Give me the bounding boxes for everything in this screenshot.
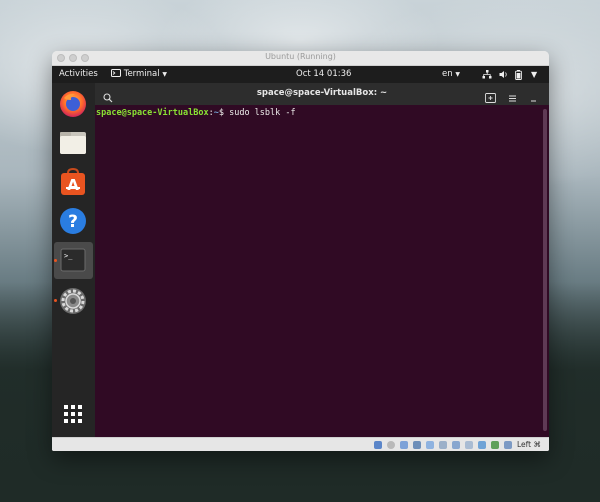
- show-applications-button[interactable]: [58, 399, 88, 429]
- terminal-icon: >_: [60, 248, 86, 272]
- cpu-icon[interactable]: [478, 441, 486, 449]
- dock: A ? >_: [52, 83, 95, 437]
- volume-icon[interactable]: [499, 70, 509, 81]
- usb-icon[interactable]: [426, 441, 434, 449]
- running-indicator-dot: [54, 259, 57, 262]
- dock-item-ubuntu-software[interactable]: A: [58, 167, 88, 197]
- prompt-symbol: $: [218, 108, 230, 118]
- mouse-integration-icon[interactable]: [504, 441, 512, 449]
- running-indicator-dot: [54, 299, 57, 302]
- app-menu-button[interactable]: Terminal ▼: [111, 69, 167, 79]
- chevron-down-icon: ▼: [162, 71, 167, 78]
- hard-disk-icon[interactable]: [374, 441, 382, 449]
- settings-gear-icon: [60, 288, 86, 314]
- svg-text:>_: >_: [64, 252, 73, 260]
- command-text: sudo lsblk -f: [229, 108, 296, 118]
- dock-item-help[interactable]: ?: [58, 206, 88, 236]
- terminal-app-icon: [111, 69, 121, 77]
- ubuntu-software-icon: A: [61, 167, 85, 195]
- ubuntu-top-bar: Activities Terminal ▼ Oct 14 01:36 en ▼ …: [52, 66, 549, 83]
- chevron-down-icon: ▼: [455, 71, 460, 78]
- virtualbox-window: Ubuntu (Running) Activities Terminal ▼ O…: [52, 51, 549, 451]
- network-icon[interactable]: [482, 70, 492, 81]
- terminal-content[interactable]: space@space-VirtualBox:~$ sudo lsblk -f: [95, 105, 549, 437]
- app-grid-icon: [64, 405, 82, 423]
- video-capture-icon[interactable]: [465, 441, 473, 449]
- audio-icon[interactable]: [400, 441, 408, 449]
- activities-button[interactable]: Activities: [59, 69, 98, 79]
- terminal-title: space@space-VirtualBox: ~: [256, 88, 388, 98]
- svg-text:?: ?: [68, 212, 78, 232]
- vbox-window-title: Ubuntu (Running): [265, 52, 336, 61]
- dock-item-settings[interactable]: [58, 286, 88, 316]
- vbox-statusbar: Left ⌘: [52, 437, 549, 451]
- vbox-titlebar[interactable]: Ubuntu (Running): [52, 51, 549, 66]
- prompt-user-host: space@space-VirtualBox: [96, 108, 209, 118]
- dock-item-firefox[interactable]: [58, 89, 88, 119]
- language-indicator[interactable]: en ▼: [442, 69, 460, 79]
- help-icon: ?: [60, 208, 86, 234]
- optical-drive-icon[interactable]: [387, 441, 395, 449]
- battery-icon[interactable]: [515, 70, 522, 82]
- clock[interactable]: Oct 14 01:36: [296, 69, 351, 79]
- terminal-headerbar[interactable]: space@space-VirtualBox: ~: [95, 83, 549, 105]
- display-icon[interactable]: [452, 441, 460, 449]
- shared-folders-icon[interactable]: [439, 441, 447, 449]
- dock-item-files[interactable]: [58, 128, 88, 158]
- terminal-scrollbar[interactable]: [543, 109, 547, 431]
- app-menu-label: Terminal: [123, 69, 160, 79]
- files-icon: [60, 132, 86, 154]
- firefox-icon: [60, 91, 86, 117]
- host-key-label: Left ⌘: [517, 440, 541, 449]
- svg-text:A: A: [67, 176, 79, 194]
- command-line: space@space-VirtualBox:~$ sudo lsblk -f: [96, 108, 296, 118]
- network-adapter-icon[interactable]: [413, 441, 421, 449]
- guest-additions-icon[interactable]: [491, 441, 499, 449]
- language-label: en: [442, 69, 453, 79]
- system-menu-chevron-icon[interactable]: ▼: [531, 70, 537, 79]
- dock-item-terminal[interactable]: >_: [58, 245, 88, 275]
